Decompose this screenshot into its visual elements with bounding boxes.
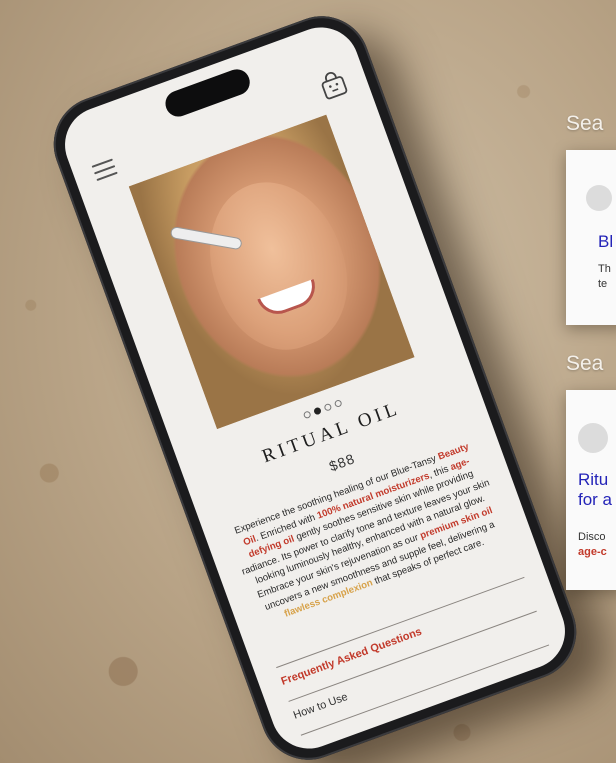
carousel-dot[interactable]	[333, 399, 343, 408]
hamburger-menu-icon[interactable]	[91, 158, 118, 182]
search-section-label: Sea	[566, 352, 604, 375]
divider	[288, 610, 537, 702]
dynamic-island	[161, 65, 254, 121]
site-favicon	[578, 423, 608, 453]
carousel-dot[interactable]	[323, 402, 333, 412]
search-result-title[interactable]: for a	[578, 490, 612, 510]
search-result-snippet: age-c	[578, 546, 607, 558]
shopping-bag-icon[interactable]	[316, 67, 350, 102]
search-result-title[interactable]: Ritu	[578, 470, 608, 490]
product-photo	[128, 114, 415, 429]
search-result-snippet: Disco	[578, 531, 606, 543]
phone-screen: RITUAL OIL $88 Experience the soothing h…	[54, 16, 576, 760]
search-result-snippet: Th	[598, 263, 611, 275]
model-face-graphic	[187, 163, 368, 368]
search-result-title[interactable]: Bl	[598, 232, 613, 252]
search-result-card[interactable]: Ritu for a Disco age-c	[566, 390, 616, 590]
phone-mockup: RITUAL OIL $88 Experience the soothing h…	[40, 2, 590, 763]
search-result-snippet: te	[598, 278, 608, 290]
search-section-label: Sea	[566, 112, 604, 135]
site-favicon	[586, 185, 612, 211]
search-result-card[interactable]: Bl Th te	[566, 150, 616, 325]
carousel-dot[interactable]	[302, 410, 312, 420]
carousel-dot[interactable]	[313, 406, 323, 416]
